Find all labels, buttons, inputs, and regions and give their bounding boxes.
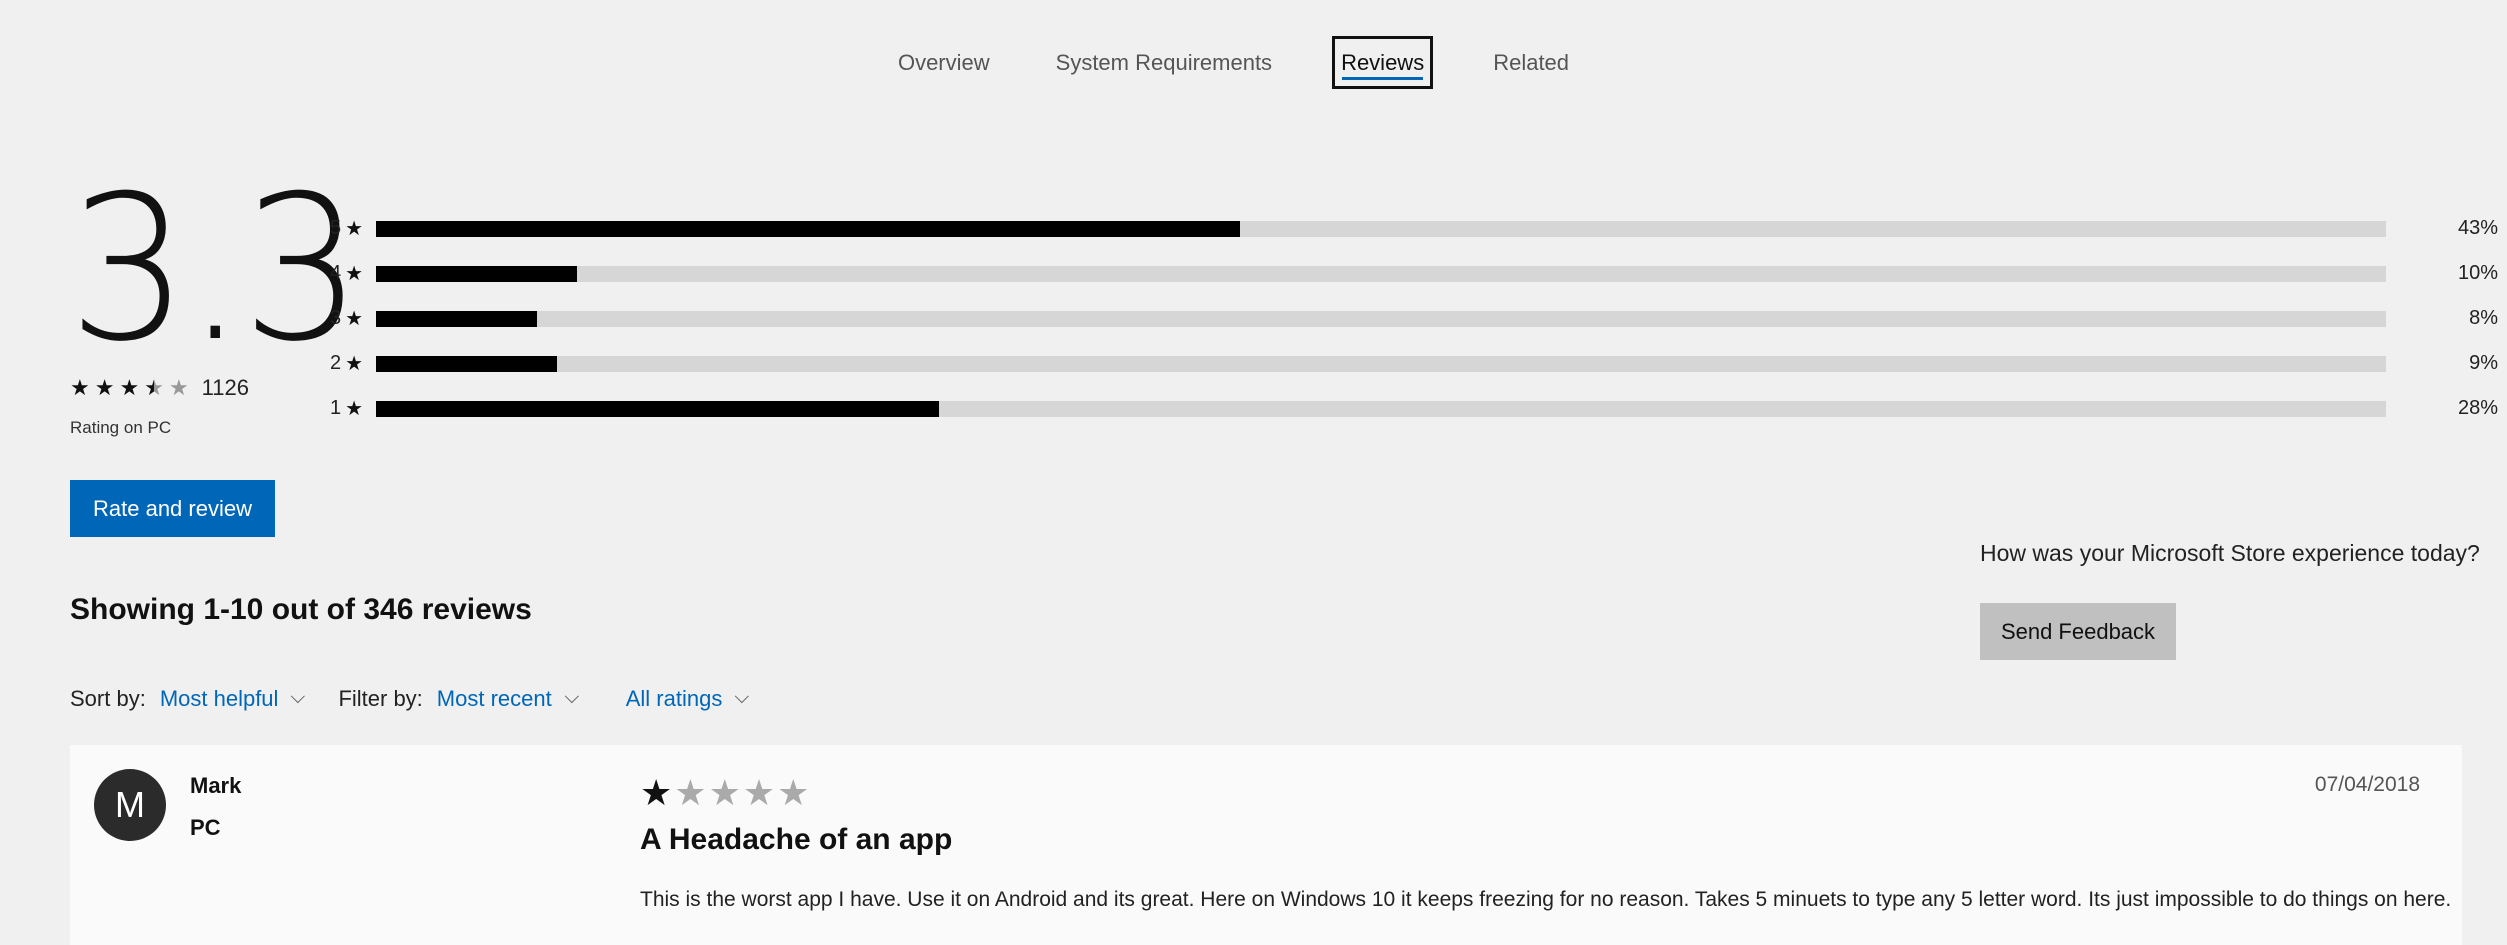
star-icon: ★ xyxy=(345,353,364,375)
filter-dropdown[interactable]: Most recent xyxy=(436,686,579,712)
star-icon: ★ xyxy=(345,308,364,330)
avatar: M xyxy=(94,769,166,841)
histogram-percent: 9% xyxy=(2469,352,2498,374)
rating-count: 1126 xyxy=(201,375,249,400)
tab-bar: Overview System Requirements Reviews Rel… xyxy=(0,36,2507,89)
star-empty-icon: ★ xyxy=(742,772,776,813)
feedback-question: How was your Microsoft Store experience … xyxy=(1980,540,2480,566)
ratings-filter-dropdown[interactable]: All ratings xyxy=(625,686,750,712)
star-half-icon: ★ xyxy=(144,375,164,400)
star-icon: ★ xyxy=(345,398,364,420)
histogram-star-label: 2 ★ xyxy=(330,352,364,375)
filter-label: Filter by: xyxy=(338,686,423,711)
review-title: A Headache of an app xyxy=(640,823,953,856)
reviewer-device: PC xyxy=(190,815,221,840)
tab-system-requirements[interactable]: System Requirements xyxy=(1050,36,1278,89)
rate-and-review-button[interactable]: Rate and review xyxy=(70,480,275,537)
histogram-track xyxy=(376,310,2386,327)
histogram-row: 3 ★ 8% xyxy=(330,296,2498,341)
star-empty-icon: ★ xyxy=(168,375,189,400)
star-icon: ★ xyxy=(345,263,364,285)
tab-related[interactable]: Related xyxy=(1487,36,1575,89)
rating-histogram: 5 ★ 43% 4 ★ 10% 3 ★ 8% 2 ★ 9% 1 ★ 28% xyxy=(330,206,2498,431)
histogram-track xyxy=(376,400,2386,417)
histogram-track xyxy=(376,265,2386,282)
sort-value: Most helpful xyxy=(159,686,279,711)
star-full-icon: ★ xyxy=(119,375,140,400)
reviewer-name: Mark xyxy=(190,773,242,798)
rating-platform-label: Rating on PC xyxy=(70,418,172,437)
histogram-star-label: 4 ★ xyxy=(330,262,364,285)
sort-label: Sort by: xyxy=(70,686,146,711)
review-card: M Mark PC ★ ★ ★ ★ ★ A Headache of an app… xyxy=(70,745,2462,945)
histogram-percent: 43% xyxy=(2457,217,2498,239)
star-empty-icon: ★ xyxy=(708,772,741,813)
star-full-icon: ★ xyxy=(640,772,673,813)
histogram-bar xyxy=(376,310,537,327)
average-rating: 3.3 xyxy=(68,153,363,386)
histogram-row: 4 ★ 10% xyxy=(330,251,2498,296)
histogram-star-label: 1 ★ xyxy=(330,397,364,420)
send-feedback-button[interactable]: Send Feedback xyxy=(1980,603,2176,660)
star-empty-icon: ★ xyxy=(777,772,810,813)
histogram-row: 2 ★ 9% xyxy=(330,341,2498,386)
chevron-down-icon xyxy=(564,689,579,704)
histogram-row: 1 ★ 28% xyxy=(330,386,2498,431)
review-count-heading: Showing 1-10 out of 346 reviews xyxy=(70,593,532,626)
star-full-icon: ★ xyxy=(94,375,115,400)
star-empty-icon: ★ xyxy=(674,772,707,813)
chevron-down-icon xyxy=(735,689,750,704)
star-full-icon: ★ xyxy=(70,375,90,400)
histogram-percent: 28% xyxy=(2457,397,2498,419)
histogram-percent: 8% xyxy=(2469,307,2498,329)
histogram-star-label: 3 ★ xyxy=(330,307,364,330)
histogram-star-label: 5 ★ xyxy=(330,217,364,240)
ratings-filter-value: All ratings xyxy=(625,686,723,711)
tab-overview[interactable]: Overview xyxy=(892,36,996,89)
review-body: This is the worst app I have. Use it on … xyxy=(640,888,2452,911)
review-stars: ★ ★ ★ ★ ★ xyxy=(640,775,811,811)
histogram-row: 5 ★ 43% xyxy=(330,206,2498,251)
filter-value: Most recent xyxy=(436,686,552,711)
star-icon: ★ xyxy=(345,218,364,240)
tab-reviews[interactable]: Reviews xyxy=(1332,36,1434,89)
histogram-bar xyxy=(376,400,939,417)
histogram-track xyxy=(376,355,2386,372)
histogram-track xyxy=(376,220,2386,237)
histogram-bar xyxy=(376,355,557,372)
sort-dropdown[interactable]: Most helpful xyxy=(159,686,306,712)
histogram-percent: 10% xyxy=(2457,262,2498,284)
review-controls: Sort by: Most helpful Filter by: Most re… xyxy=(70,686,750,712)
histogram-bar xyxy=(376,265,577,282)
histogram-bar xyxy=(376,220,1241,237)
chevron-down-icon xyxy=(291,689,306,704)
average-stars: ★ ★ ★ ★ ★ 1126 xyxy=(70,375,249,401)
review-date: 07/04/2018 xyxy=(2314,773,2420,796)
